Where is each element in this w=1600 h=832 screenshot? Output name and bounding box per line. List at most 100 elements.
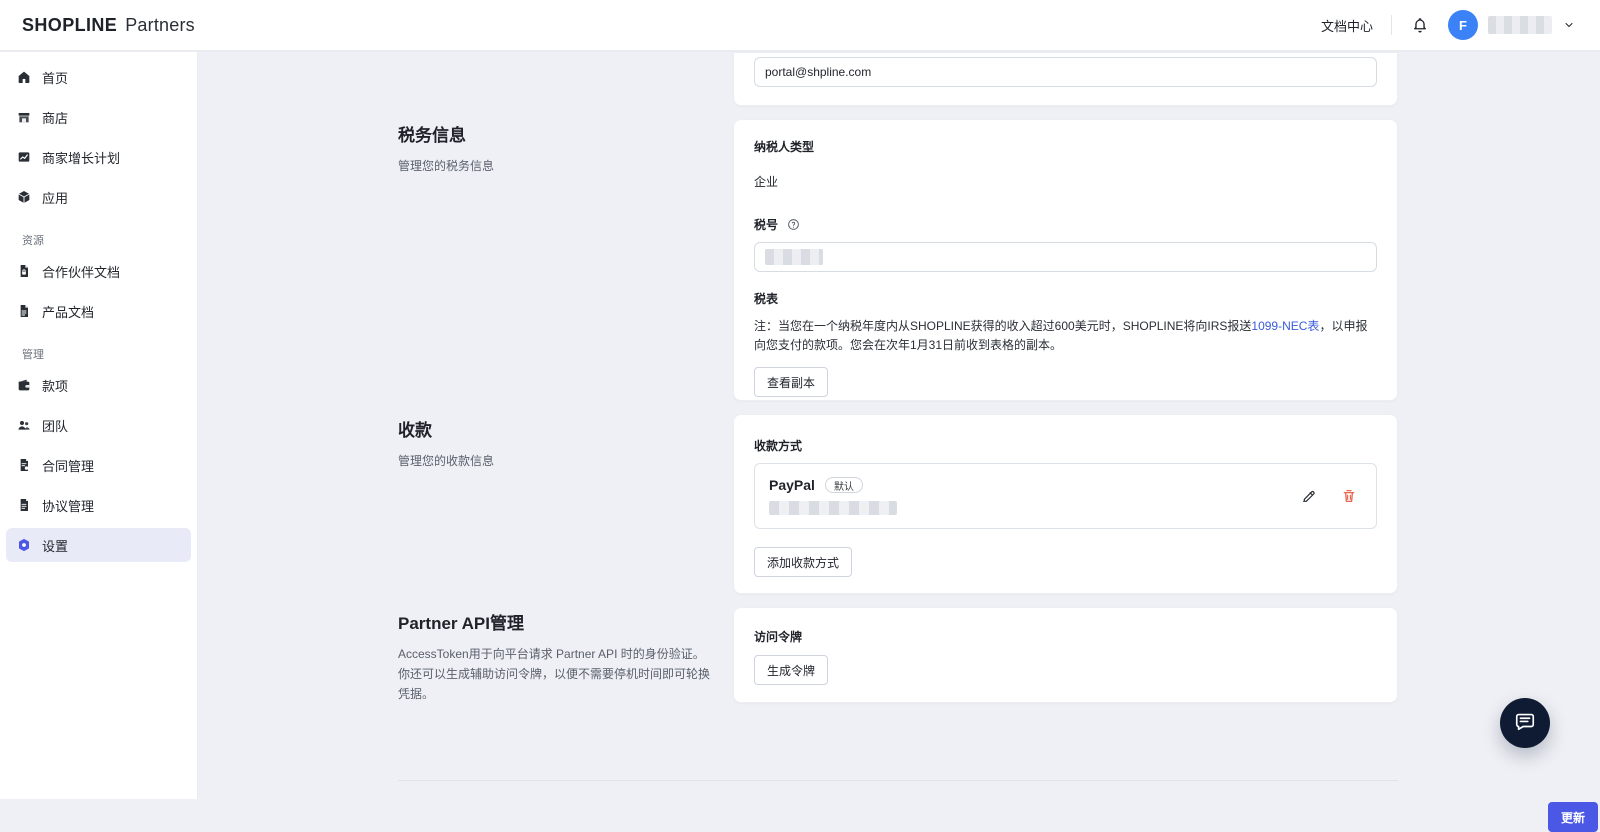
sidebar-item-label: 合同管理 <box>42 458 95 474</box>
payout-row: 收款 管理您的收款信息 收款方式 PayPal 默认 添加收款方式 <box>398 414 1398 594</box>
tax-row: 税务信息 管理您的税务信息 纳税人类型 企业 税号 税表 注：当您在一个纳税年度… <box>398 119 1398 401</box>
view-copy-wrap: 查看副本 <box>754 367 1377 397</box>
avatar: F <box>1448 10 1478 40</box>
update-button[interactable]: 更新 <box>1548 802 1598 832</box>
tax-left: 税务信息 管理您的税务信息 <box>398 119 733 401</box>
payout-method-left: PayPal 默认 <box>769 477 897 515</box>
sidebar-items-top: 首页 商店 商家增长计划 应用 <box>0 60 197 214</box>
tax-id-field[interactable] <box>754 242 1377 272</box>
sidebar-item-label: 商店 <box>42 110 69 126</box>
email-right: portal@shpline.com <box>733 52 1398 106</box>
store-icon <box>16 109 32 125</box>
brand[interactable]: SHOPLINE Partners <box>22 15 195 36</box>
taxpayer-type-value: 企业 <box>754 175 779 189</box>
payout-method-label: 收款方式 <box>754 439 803 453</box>
sidebar-item-label: 款项 <box>42 378 69 394</box>
api-right: 访问令牌 生成令牌 <box>733 607 1398 704</box>
taxpayer-type-label: 纳税人类型 <box>754 140 815 154</box>
add-payout-method-button[interactable]: 添加收款方式 <box>754 547 853 577</box>
sidebar-item-settings[interactable]: 设置 <box>6 528 191 562</box>
access-token-label: 访问令牌 <box>754 630 803 644</box>
form-1099-link[interactable]: 1099-NEC表 <box>1251 319 1319 333</box>
contract-icon <box>16 457 32 473</box>
tax-title: 税务信息 <box>398 126 466 145</box>
sidebar-item-growth[interactable]: 商家增长计划 <box>6 140 191 174</box>
api-card: 访问令牌 生成令牌 <box>733 607 1398 703</box>
bell-icon[interactable] <box>1410 15 1430 35</box>
tax-right: 纳税人类型 企业 税号 税表 注：当您在一个纳税年度内从SHOPLINE获得的收… <box>733 119 1398 401</box>
email-field[interactable]: portal@shpline.com <box>754 57 1377 87</box>
tax-id-redacted <box>765 249 823 265</box>
team-icon <box>16 417 32 433</box>
main-area: portal@shpline.com 税务信息 管理您的税务信息 纳税人类型 企… <box>198 52 1600 832</box>
api-row: Partner API管理 AccessToken用于向平台请求 Partner… <box>398 607 1398 704</box>
tax-card: 纳税人类型 企业 税号 税表 注：当您在一个纳税年度内从SHOPLINE获得的收… <box>733 119 1398 401</box>
email-left <box>398 52 733 106</box>
sidebar-item-store[interactable]: 商店 <box>6 100 191 134</box>
sidebar-item-team[interactable]: 团队 <box>6 408 191 442</box>
account-menu[interactable]: F <box>1448 10 1576 40</box>
sidebar-item-label: 首页 <box>42 70 69 86</box>
payout-desc: 管理您的收款信息 <box>398 454 495 468</box>
generate-token-button[interactable]: 生成令牌 <box>754 655 829 685</box>
sidebar-section-resources: 资源 <box>22 235 44 247</box>
tax-form-note: 注：当您在一个纳税年度内从SHOPLINE获得的收入超过600美元时，SHOPL… <box>754 317 1377 355</box>
chevron-down-icon <box>1562 18 1576 32</box>
doc-center-link[interactable]: 文档中心 <box>1321 16 1373 35</box>
account-name-redacted <box>1488 16 1552 34</box>
sidebar-item-home[interactable]: 首页 <box>6 60 191 94</box>
sidebar-item-label: 产品文档 <box>42 304 95 320</box>
sidebar-section-manage: 管理 <box>22 349 44 361</box>
tax-id-label: 税号 <box>754 218 779 232</box>
top-divider <box>1391 15 1392 35</box>
sidebar-item-product-docs[interactable]: 产品文档 <box>6 294 191 328</box>
generate-token-wrap: 生成令牌 <box>754 655 1377 685</box>
payout-method-item[interactable]: PayPal 默认 <box>754 463 1377 529</box>
content-divider <box>398 780 1398 781</box>
api-left: Partner API管理 AccessToken用于向平台请求 Partner… <box>398 607 733 704</box>
cube-icon <box>16 189 32 205</box>
brand-suffix: Partners <box>125 14 195 35</box>
sidebar-items-resources: 合作伙伴文档 产品文档 <box>0 254 197 328</box>
email-row: portal@shpline.com <box>398 52 1398 106</box>
api-desc: AccessToken用于向平台请求 Partner API 时的身份验证。你还… <box>398 647 711 701</box>
tax-form-label: 税表 <box>754 292 779 306</box>
payout-title: 收款 <box>398 421 432 440</box>
payout-method-actions <box>1298 485 1360 507</box>
doc-icon <box>16 303 32 319</box>
chart-icon <box>16 149 32 165</box>
home-icon <box>16 69 32 85</box>
tax-id-label-row: 税号 <box>754 216 1377 233</box>
sidebar-item-apps[interactable]: 应用 <box>6 180 191 214</box>
view-copy-button[interactable]: 查看副本 <box>754 367 829 397</box>
email-card: portal@shpline.com <box>733 52 1398 106</box>
update-wrap: 更新 <box>1548 802 1598 832</box>
sidebar-item-contracts[interactable]: 合同管理 <box>6 448 191 482</box>
add-payout-wrap: 添加收款方式 <box>754 547 1377 577</box>
sidebar-item-label: 应用 <box>42 190 69 206</box>
chat-button[interactable] <box>1500 698 1550 748</box>
chat-icon <box>1514 710 1536 737</box>
payout-method-title: PayPal 默认 <box>769 477 897 493</box>
sidebar: 首页 商店 商家增长计划 应用 资源 合作伙伴文档 产品文档 管理 款项 团队 … <box>0 52 198 799</box>
sidebar-item-agreements[interactable]: 协议管理 <box>6 488 191 522</box>
sidebar-item-label: 合作伙伴文档 <box>42 264 121 280</box>
payout-account-redacted <box>769 501 897 515</box>
sidebar-item-payments[interactable]: 款项 <box>6 368 191 402</box>
sidebar-item-label: 协议管理 <box>42 498 95 514</box>
wallet-icon <box>16 377 32 393</box>
sidebar-item-label: 商家增长计划 <box>42 150 121 166</box>
default-badge: 默认 <box>824 477 863 493</box>
help-circle-icon[interactable] <box>786 218 800 232</box>
payout-left: 收款 管理您的收款信息 <box>398 414 733 594</box>
payout-method-name: PayPal <box>769 477 815 493</box>
edit-icon[interactable] <box>1298 485 1320 507</box>
payout-right: 收款方式 PayPal 默认 添加收款方式 <box>733 414 1398 594</box>
brand-logo: SHOPLINE <box>22 14 118 35</box>
api-title: Partner API管理 <box>398 614 524 633</box>
agreement-icon <box>16 497 32 513</box>
sidebar-items-manage: 款项 团队 合同管理 协议管理 设置 <box>0 368 197 562</box>
sidebar-item-label: 设置 <box>42 538 69 554</box>
delete-icon[interactable] <box>1338 485 1360 507</box>
sidebar-item-partner-docs[interactable]: 合作伙伴文档 <box>6 254 191 288</box>
